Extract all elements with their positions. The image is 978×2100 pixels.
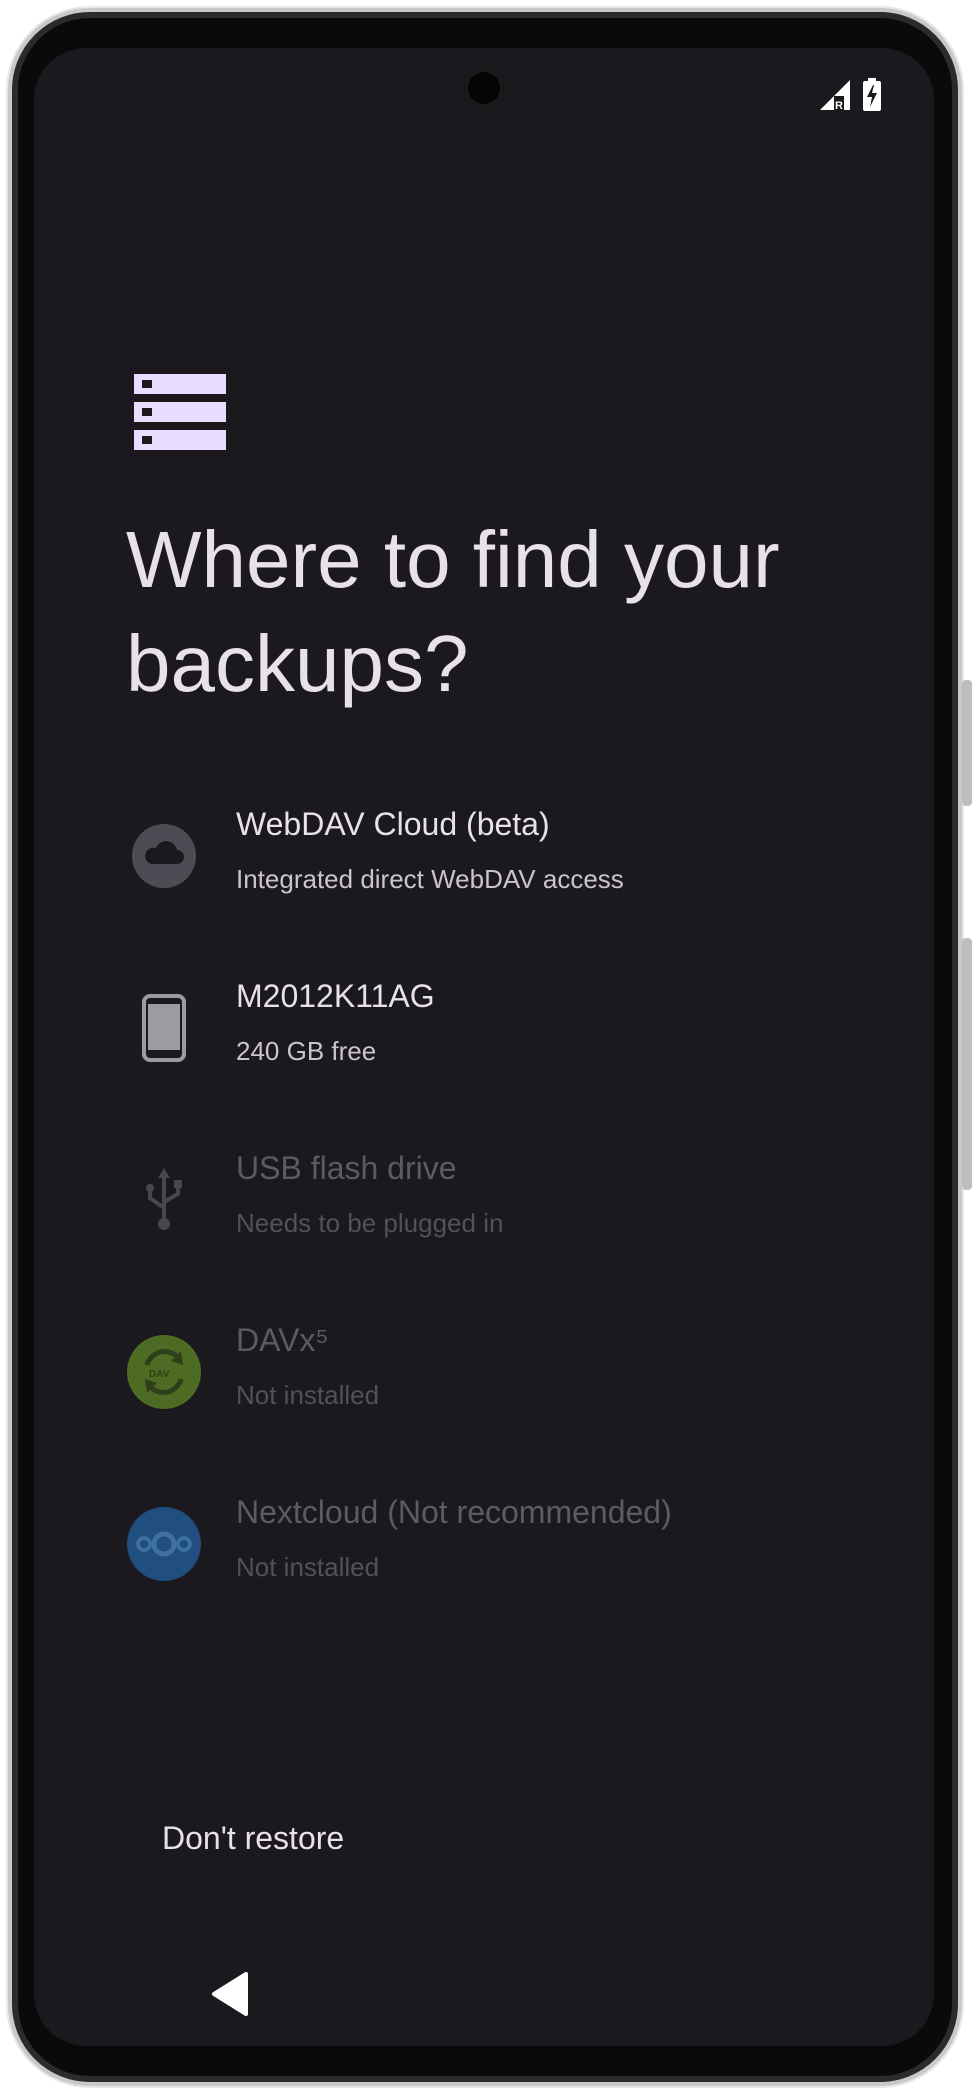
power-button: [962, 938, 972, 1190]
svg-text:R: R: [835, 100, 843, 112]
status-bar-icons: R: [818, 78, 882, 112]
location-subtitle: Integrated direct WebDAV access: [236, 864, 624, 894]
svg-text:DAV: DAV: [149, 1369, 170, 1380]
location-label: WebDAV Cloud (beta): [236, 806, 550, 842]
location-item-nextcloud: Nextcloud (Not recommended) Not installe…: [34, 1480, 934, 1652]
location-item-device[interactable]: M2012K11AG 240 GB free: [34, 964, 934, 1136]
location-item-webdav[interactable]: WebDAV Cloud (beta) Integrated direct We…: [34, 792, 934, 964]
battery-charging-icon: [863, 78, 881, 111]
location-subtitle: Not installed: [236, 1552, 380, 1582]
location-label: Nextcloud (Not recommended): [236, 1494, 672, 1530]
nav-back-button[interactable]: [200, 1964, 260, 2024]
davx5-icon: DAV: [126, 1334, 202, 1410]
storage-icon: [134, 374, 226, 450]
volume-button: [962, 680, 972, 806]
backup-location-list: WebDAV Cloud (beta) Integrated direct We…: [34, 792, 934, 1652]
location-subtitle: Needs to be plugged in: [236, 1208, 504, 1238]
cloud-icon: [126, 818, 202, 894]
front-camera: [464, 68, 504, 108]
usb-icon: [126, 1162, 202, 1238]
dont-restore-button[interactable]: Don't restore: [146, 1808, 360, 1869]
location-item-davx5: DAV DAVx⁵ Not installed: [34, 1308, 934, 1480]
nextcloud-icon: [126, 1506, 202, 1582]
location-label: DAVx⁵: [236, 1322, 329, 1358]
location-subtitle: 240 GB free: [236, 1036, 377, 1066]
location-label: M2012K11AG: [236, 978, 435, 1014]
location-subtitle: Not installed: [236, 1380, 380, 1410]
signal-icon: R: [820, 80, 850, 112]
page-title: Where to find your backups?: [126, 515, 780, 708]
phone-icon: [126, 990, 202, 1066]
location-label: USB flash drive: [236, 1150, 457, 1186]
screen: R Where to find your backups? WebDAV Clo…: [34, 48, 934, 2046]
back-triangle-icon: [212, 1972, 248, 2016]
location-item-usb: USB flash drive Needs to be plugged in: [34, 1136, 934, 1308]
